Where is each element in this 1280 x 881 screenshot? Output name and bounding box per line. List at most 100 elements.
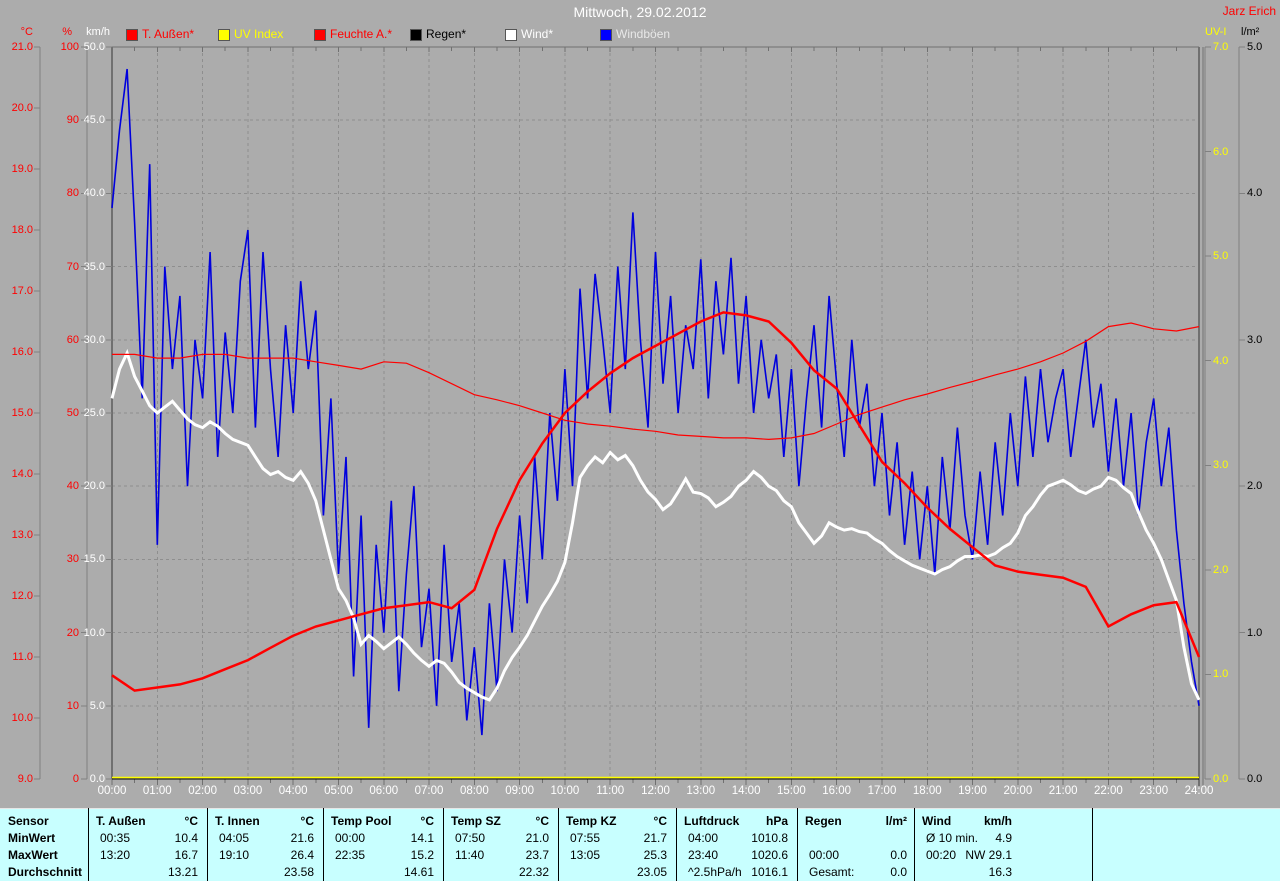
temp-axis-label: 9.0 (17, 773, 33, 785)
x-axis-label: 07:00 (414, 785, 444, 797)
table-col-unit: °C (420, 814, 434, 828)
x-axis-label: 21:00 (1048, 785, 1078, 797)
table-cell-value: 1020.6 (751, 848, 788, 862)
x-axis-label: 22:00 (1094, 785, 1123, 797)
wind-axis-label: 5.0 (89, 699, 105, 712)
temp-axis-label: 10.0 (11, 712, 33, 724)
table-cell-value: 21.7 (643, 831, 667, 845)
table-divider (88, 808, 89, 881)
table-divider (676, 808, 677, 881)
x-axis-label: 13:00 (686, 785, 716, 797)
x-axis-label: 03:00 (233, 785, 263, 797)
temp-axis-label: 15.0 (11, 407, 33, 419)
legend-swatch-icon (600, 29, 612, 41)
table-cell-value: 13.21 (167, 865, 198, 879)
legend-swatch-icon (505, 29, 517, 41)
table-cell-value: NW 29.1 (965, 848, 1012, 862)
table-col-unit: km/h (983, 814, 1012, 828)
table-col-unit: l/m² (885, 814, 907, 828)
table-cell-value: 10.4 (174, 831, 198, 845)
x-axis-label: 02:00 (188, 785, 217, 797)
wind-axis-label: 50.0 (83, 41, 105, 53)
temp-axis-label: 13.0 (11, 529, 33, 541)
table-cell-value: 21.0 (525, 831, 549, 845)
x-axis-label: 17:00 (867, 785, 897, 797)
table-cell-value: 26.4 (290, 848, 314, 862)
x-axis-label: 16:00 (822, 785, 852, 797)
rain-axis-label: 2.0 (1247, 480, 1263, 493)
uv-axis-label: 3.0 (1213, 459, 1229, 472)
x-axis-label: 23:00 (1139, 785, 1169, 797)
temp-axis-label: 12.0 (11, 590, 33, 602)
table-cell-value: 22.32 (518, 865, 549, 879)
wind-axis-label: 40.0 (83, 187, 105, 200)
wind-axis-label: 10.0 (83, 626, 105, 639)
table-cell-value: 14.61 (403, 865, 434, 879)
table-cell-value: 1016.1 (751, 865, 788, 879)
temp-axis-label: 16.0 (11, 346, 33, 358)
legend-swatch-icon (218, 29, 230, 41)
table-cell-value: 23.05 (636, 865, 667, 879)
table-cell-value: 14.1 (410, 831, 434, 845)
table-divider (207, 808, 208, 881)
table-divider (323, 808, 324, 881)
wind-axis-label: 15.0 (83, 553, 105, 566)
wind-axis-label: 30.0 (83, 333, 105, 346)
x-axis-label: 09:00 (505, 785, 535, 797)
table-cell-value: 0.0 (890, 848, 907, 862)
table-cell-value: 4.9 (995, 831, 1012, 845)
x-axis-label: 18:00 (912, 785, 942, 797)
table-cell-value: 21.6 (290, 831, 314, 845)
temp-axis-label: 19.0 (11, 163, 33, 175)
x-axis-label: 00:00 (97, 785, 127, 797)
table-divider (443, 808, 444, 881)
x-axis-label: 06:00 (369, 785, 399, 797)
x-axis-label: 20:00 (1003, 785, 1033, 797)
wind-axis-label: 35.0 (83, 260, 105, 273)
table-col-unit: °C (184, 814, 198, 828)
x-axis-label: 05:00 (324, 785, 353, 797)
table-col-unit: hPa (765, 814, 788, 828)
wind-axis-label: 25.0 (83, 407, 105, 419)
legend-swatch-icon (314, 29, 326, 41)
table-col-unit: °C (300, 814, 314, 828)
axis-header-humidity: % (62, 26, 72, 38)
rain-axis-label: 3.0 (1247, 333, 1263, 346)
x-axis-label: 01:00 (142, 785, 172, 797)
x-axis-label: 24:00 (1184, 785, 1214, 797)
legend-label: T. Außen* (142, 27, 195, 41)
table-cell-value: 15.2 (410, 848, 434, 862)
table-cell-value: 1010.8 (751, 831, 788, 845)
axis-header-temp: °C (20, 26, 33, 38)
temp-axis-label: 14.0 (11, 468, 33, 480)
table-divider (797, 808, 798, 881)
rain-axis-label: 1.0 (1247, 626, 1263, 639)
weather-chart-window: Mittwoch, 29.02.2012 Jarz Erich T. Außen… (0, 0, 1280, 881)
uv-axis-label: 4.0 (1213, 354, 1229, 367)
axis-header-rain: l/m² (1241, 26, 1260, 38)
x-axis-label: 15:00 (776, 785, 806, 797)
uv-axis-label: 6.0 (1213, 145, 1229, 158)
temp-axis-label: 18.0 (11, 224, 33, 236)
wind-axis-label: 20.0 (83, 480, 105, 493)
axis-header-uv: UV-I (1205, 26, 1227, 38)
temp-axis-label: 21.0 (11, 41, 33, 53)
table-col-unit: °C (653, 814, 667, 828)
uv-axis-label: 1.0 (1213, 668, 1229, 681)
legend-swatch-icon (410, 29, 422, 41)
author-watermark: Jarz Erich (1222, 4, 1276, 18)
x-axis-label: 04:00 (278, 785, 308, 797)
table-divider (558, 808, 559, 881)
legend-label: UV Index (234, 27, 284, 41)
legend-swatch-icon (126, 29, 138, 41)
table-row-label: MinWert (8, 831, 56, 845)
wind-axis-label: 45.0 (83, 114, 105, 127)
chart-canvas (34, 46, 1245, 786)
x-axis-label: 08:00 (459, 785, 489, 797)
table-divider (1092, 808, 1093, 881)
legend-label: Windböen (616, 27, 671, 41)
rain-axis-label: 5.0 (1247, 41, 1263, 53)
x-axis-label: 19:00 (958, 785, 987, 797)
table-row-label: MaxWert (8, 848, 58, 862)
uv-axis-label: 5.0 (1213, 250, 1229, 263)
